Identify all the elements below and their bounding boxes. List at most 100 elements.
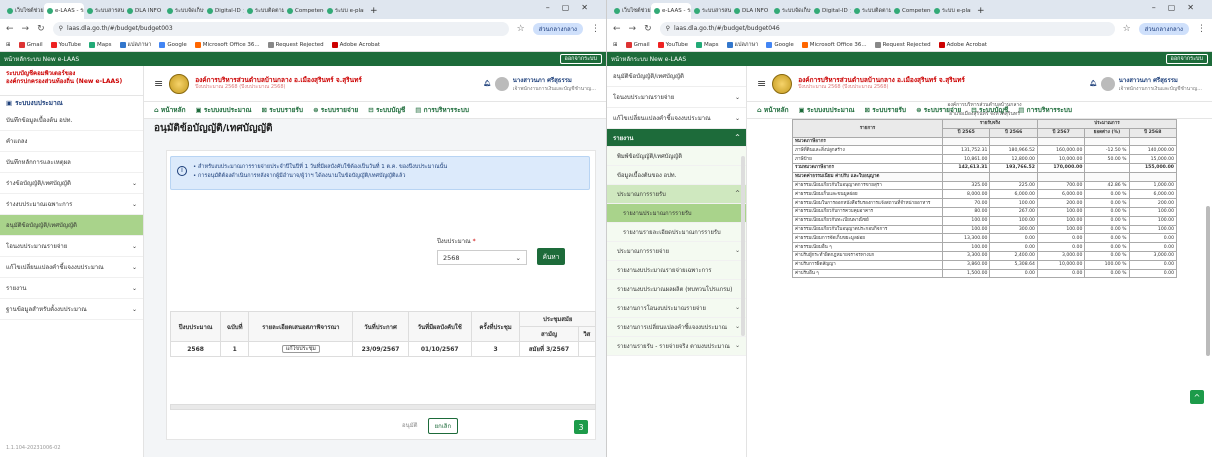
browser-tab[interactable]: ระบบติดตามผล× (851, 3, 891, 19)
sidebar-item[interactable]: แก้ไขเปลี่ยนแปลงคำชี้แจงงบประมาณ ⌄ (607, 108, 746, 129)
report-menu-item[interactable]: รายงานการโอนงบประมาณรายจ่าย ⌄ (607, 299, 746, 318)
nav-tab[interactable]: ▣ ระบบงบประมาณ (196, 105, 252, 115)
back-icon[interactable]: ← (6, 24, 14, 34)
profile-button[interactable]: ส่วนกลางกลาง (532, 22, 583, 35)
window-controls[interactable]: –▢✕ (1152, 3, 1206, 12)
user-box[interactable]: 🔔︎ นางสาวนภา ศรีสุธรรม เจ้าพนักงานการเงิน… (483, 75, 596, 93)
apps-icon[interactable]: ⊞ (613, 42, 618, 48)
browser-tab[interactable]: DLA INFO× (124, 3, 164, 19)
browser-tab[interactable]: e-LAAS - ระบบ× (44, 3, 84, 19)
nav-tab[interactable]: ⌂ หน้าหลัก (154, 105, 186, 115)
chat-badge[interactable]: 3 (574, 420, 588, 434)
bookmark-item[interactable]: แปลภาษา (119, 41, 151, 49)
edit-meeting-button[interactable]: แก้ไขประชุม (281, 345, 320, 353)
sidebar-item[interactable]: ฐานข้อมูลสำหรับตั้งงบประมาณ ⌄ (0, 299, 143, 320)
home-link[interactable]: หน้าหลักระบบ New e-LAAS (4, 54, 79, 64)
nav-tab[interactable]: ▤ การบริหารระบบ (415, 105, 469, 115)
logout-button[interactable]: ออกจากระบบ (1165, 54, 1208, 64)
bell-icon[interactable]: 🔔︎ (1089, 80, 1097, 87)
browser-tab[interactable]: e-LAAS - ระบบ× (651, 3, 691, 19)
bookmark-item[interactable]: Maps (89, 41, 112, 48)
url-input-right[interactable]: ⚲ laas.dla.go.th/#/budget/budget046 (659, 21, 1115, 36)
sidebar-item[interactable]: โอนงบประมาณรายจ่าย ⌄ (0, 236, 143, 257)
bookmark-item[interactable]: Request Rejected (267, 41, 324, 48)
menu-report[interactable]: รายงาน ^ (607, 129, 746, 147)
browser-tab[interactable]: Digital-ID× (811, 3, 851, 19)
home-link[interactable]: หน้าหลักระบบ New e-LAAS (611, 54, 686, 64)
logout-button[interactable]: ออกจากระบบ (559, 54, 602, 64)
report-menu-item[interactable]: รายงานประมาณการรายรับ (607, 204, 746, 223)
sidebar-item[interactable]: บันทึกข้อมูลเบื้องต้น อปท. (0, 110, 143, 131)
back-icon[interactable]: ← (613, 24, 621, 34)
url-input[interactable]: ⚲ laas.dla.go.th/#/budget/budget003 (52, 21, 509, 36)
profile-button[interactable]: ส่วนกลางกลาง (1138, 22, 1189, 35)
reload-icon[interactable]: ↻ (644, 24, 652, 34)
sidebar-item[interactable]: บันทึกหลักการและเหตุผล (0, 152, 143, 173)
bookmark-item[interactable]: Gmail (625, 41, 650, 48)
report-menu-item[interactable]: รายงานงบประมาณรายจ่ายเฉพาะการ (607, 261, 746, 280)
sidebar-scrollbar[interactable] (741, 156, 745, 336)
browser-tab[interactable]: Digital-ID× (204, 3, 244, 19)
hamburger-icon[interactable]: ≡ (154, 77, 163, 90)
browser-tab[interactable]: เว็บไซต์ช่วยใ× (611, 3, 651, 19)
nav-tab[interactable]: ⊟ ระบบบัญชี (368, 105, 405, 115)
report-menu-item[interactable]: พิมพ์ข้อบัญญัติ/เทศบัญญัติ (607, 147, 746, 166)
sidebar-item[interactable]: ร่างงบประมาณเฉพาะการ ⌄ (0, 194, 143, 215)
nav-tab[interactable]: ⊜ ระบบรายจ่าย (313, 105, 358, 115)
star-icon[interactable]: ☆ (1123, 24, 1131, 34)
sidebar-item[interactable]: โอนงบประมาณรายจ่าย ⌄ (607, 87, 746, 108)
sidebar-item[interactable]: อนุมัติข้อบัญญัติ/เทศบัญญัติ (0, 215, 143, 236)
search-button[interactable]: ค้นหา (537, 248, 565, 265)
sidebar-item[interactable]: ร่างข้อบัญญัติ/เทศบัญญัติ ⌄ (0, 173, 143, 194)
bookmark-item[interactable]: Google (766, 41, 794, 48)
report-menu-item[interactable]: รายงานงบประมาณผลผลิต (ทบทวนโปรแกรม) (607, 280, 746, 299)
cancel-button[interactable]: ยกเลิก (427, 418, 459, 434)
report-menu-item[interactable]: ประมาณการรายจ่าย ⌄ (607, 242, 746, 261)
browser-tab[interactable]: ระบบสารสนเทศ× (691, 3, 731, 19)
bookmark-item[interactable]: แปลภาษา (726, 41, 758, 49)
report-menu-item[interactable]: ประมาณการรายรับ ^ (607, 185, 746, 204)
new-tab-icon[interactable]: + (971, 3, 991, 19)
sidebar-item[interactable]: อนุมัติข้อบัญญัติ/เทศบัญญัติ (607, 66, 746, 87)
bell-icon[interactable]: 🔔︎ (483, 80, 491, 87)
browser-tab[interactable]: ระบบจัดเก็บข้× (164, 3, 204, 19)
browser-tab[interactable]: ระบบ e-plan× (324, 3, 364, 19)
bookmark-item[interactable]: Microsoft Office 36... (801, 41, 867, 48)
bookmark-item[interactable]: Gmail (18, 41, 43, 48)
table-row[interactable]: 2568 1 แก้ไขประชุม 23/09/2567 01/10/2567… (169, 341, 597, 357)
bookmark-item[interactable]: Google (159, 41, 187, 48)
horizontal-scrollbar[interactable] (170, 404, 596, 410)
nav-tab[interactable]: ⌂ หน้าหลัก (757, 105, 789, 115)
new-tab-icon[interactable]: + (364, 3, 384, 19)
report-menu-item[interactable]: รายงานรายรับ - รายจ่ายจริง ตามงบประมาณ ⌄ (607, 337, 746, 356)
sidebar-item[interactable]: แก้ไขเปลี่ยนแปลงคำชี้แจงงบประมาณ ⌄ (0, 257, 143, 278)
report-menu-item[interactable]: รายงานการเปลี่ยนแปลงคำชี้แจงงบประมาณ ⌄ (607, 318, 746, 337)
forward-icon[interactable]: → (629, 24, 637, 34)
user-box[interactable]: 🔔︎ นางสาวนภา ศรีสุธรรม เจ้าพนักงานการเงิน… (1089, 75, 1202, 93)
menu-icon[interactable]: ⋮ (1197, 24, 1206, 34)
sidebar-item[interactable]: รายงาน ⌄ (0, 278, 143, 299)
hamburger-icon[interactable]: ≡ (757, 77, 766, 90)
site-info-icon[interactable]: ⚲ (666, 25, 670, 32)
sidebar-item[interactable]: คำแถลง (0, 131, 143, 152)
bookmark-item[interactable]: Adobe Acrobat (938, 41, 987, 48)
browser-tab[interactable]: ระบบ e-plan× (931, 3, 971, 19)
browser-tab[interactable]: เว็บไซต์ช่วยใ× (4, 3, 44, 19)
report-menu-item[interactable]: รายงานรายละเอียดประมาณการรายรับ (607, 223, 746, 242)
year-select[interactable]: 2568 ⌄ (437, 250, 527, 265)
bookmark-item[interactable]: Adobe Acrobat (331, 41, 380, 48)
window-controls[interactable]: –▢✕ (546, 3, 600, 12)
forward-icon[interactable]: → (22, 24, 30, 34)
site-info-icon[interactable]: ⚲ (59, 25, 63, 32)
bookmark-item[interactable]: YouTube (657, 41, 688, 48)
scroll-top-button[interactable]: ^ (1190, 390, 1204, 404)
report-menu-item[interactable]: ข้อมูลเบื้องต้นของ อปท. (607, 166, 746, 185)
browser-tab[interactable]: DLA INFO× (731, 3, 771, 19)
bookmark-item[interactable]: YouTube (50, 41, 81, 48)
browser-tab[interactable]: Competency× (284, 3, 324, 19)
browser-tab[interactable]: Competency× (891, 3, 931, 19)
nav-tab[interactable]: ⊠ ระบบรายรับ (262, 105, 304, 115)
apps-icon[interactable]: ⊞ (6, 42, 11, 48)
browser-tab[interactable]: ระบบติดตามผล× (244, 3, 284, 19)
menu-icon[interactable]: ⋮ (591, 24, 600, 34)
